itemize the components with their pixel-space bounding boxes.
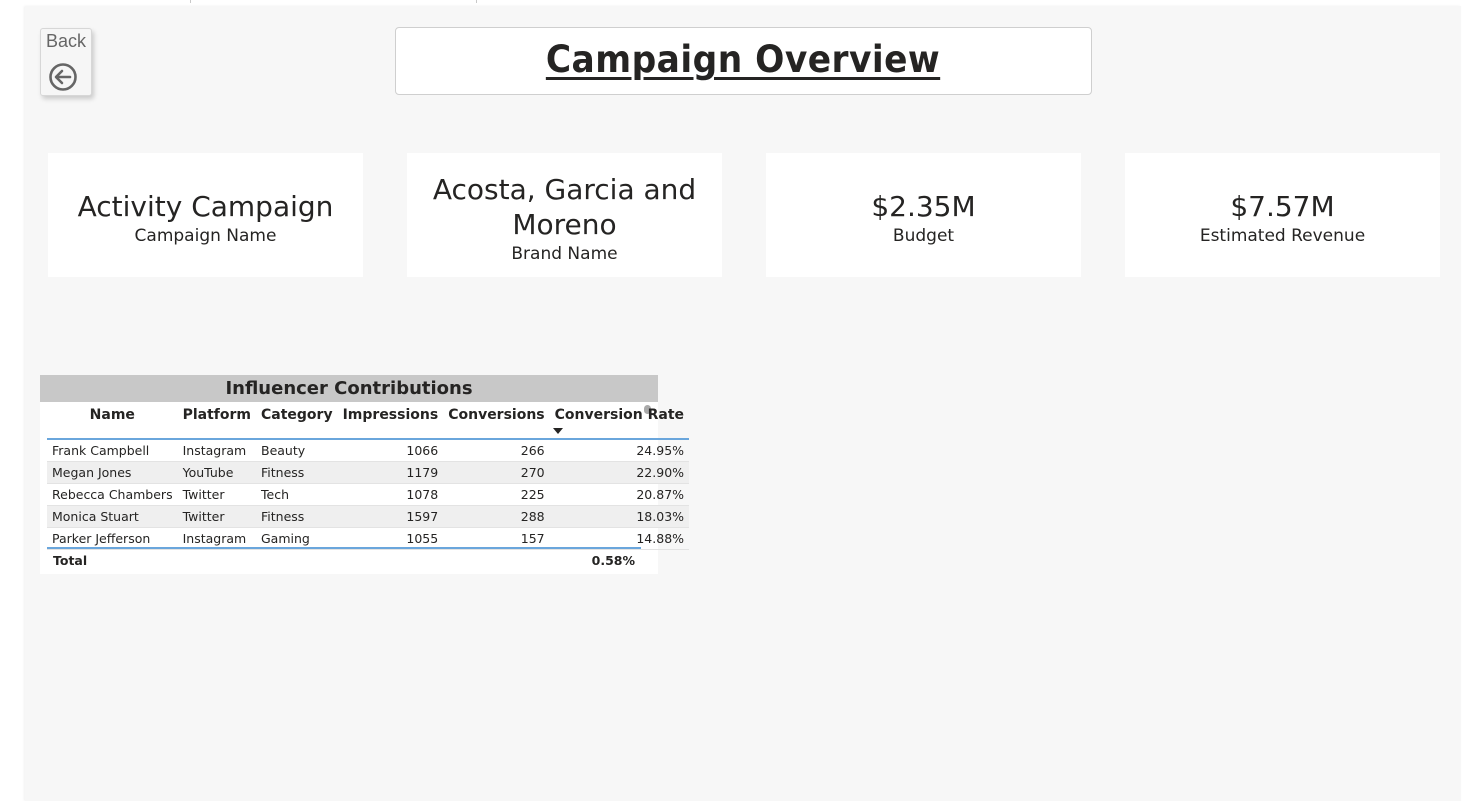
card-budget: $2.35M Budget bbox=[766, 153, 1081, 277]
cell-platform: Instagram bbox=[177, 439, 256, 462]
cell-impressions: 1179 bbox=[337, 461, 444, 484]
table-row: Frank Campbell Instagram Beauty 1066 266… bbox=[47, 439, 690, 462]
back-button-label: Back bbox=[45, 31, 87, 51]
cell-category: Beauty bbox=[256, 439, 338, 462]
column-header-conversion-rate[interactable]: Conversion Rate bbox=[549, 403, 690, 440]
total-value: 0.58% bbox=[591, 553, 635, 568]
page-title: Campaign Overview bbox=[546, 38, 941, 81]
cell-platform: YouTube bbox=[177, 461, 256, 484]
cell-category: Fitness bbox=[256, 461, 338, 484]
cell-impressions: 1597 bbox=[337, 505, 444, 528]
cell-conversion-rate: 20.87% bbox=[549, 483, 690, 506]
cell-platform: Twitter bbox=[177, 483, 256, 506]
page-title-box: Campaign Overview bbox=[395, 27, 1092, 95]
cell-impressions: 1066 bbox=[337, 439, 444, 462]
card-value: $7.57M bbox=[1230, 190, 1335, 223]
tab-divider bbox=[190, 0, 191, 3]
cell-conversion-rate: 18.03% bbox=[549, 505, 690, 528]
cell-conversions: 270 bbox=[443, 461, 550, 484]
cell-conversions: 225 bbox=[443, 483, 550, 506]
table-total-row: Total 0.58% bbox=[47, 547, 641, 573]
column-header-category[interactable]: Category bbox=[256, 403, 338, 440]
cell-conversion-rate: 22.90% bbox=[549, 461, 690, 484]
card-label: Estimated Revenue bbox=[1199, 226, 1366, 246]
cell-name: Rebecca Chambers bbox=[47, 483, 178, 506]
column-header-platform[interactable]: Platform bbox=[177, 403, 256, 440]
sort-descending-icon bbox=[552, 428, 563, 434]
table-row: Monica Stuart Twitter Fitness 1597 288 1… bbox=[47, 505, 690, 528]
card-value: Acosta, Garcia and Moreno bbox=[432, 173, 697, 241]
card-estimated-revenue: $7.57M Estimated Revenue bbox=[1125, 153, 1440, 277]
column-header-impressions[interactable]: Impressions bbox=[337, 403, 444, 440]
table-grid: Name Platform Category Impressions Conve… bbox=[47, 403, 690, 550]
card-brand-name: Acosta, Garcia and Moreno Brand Name bbox=[407, 153, 722, 277]
cell-impressions: 1078 bbox=[337, 483, 444, 506]
cell-platform: Twitter bbox=[177, 505, 256, 528]
card-value: $2.35M bbox=[871, 190, 976, 223]
cell-name: Monica Stuart bbox=[47, 505, 178, 528]
cell-conversions: 288 bbox=[443, 505, 550, 528]
cell-name: Frank Campbell bbox=[47, 439, 178, 462]
table-header-row: Name Platform Category Impressions Conve… bbox=[47, 403, 690, 440]
card-campaign-name: Activity Campaign Campaign Name bbox=[48, 153, 363, 277]
total-label: Total bbox=[53, 553, 88, 568]
cell-conversion-rate: 24.95% bbox=[549, 439, 690, 462]
cell-category: Fitness bbox=[256, 505, 338, 528]
back-button[interactable]: Back bbox=[40, 28, 92, 96]
cell-conversions: 266 bbox=[443, 439, 550, 462]
influencer-contributions-table[interactable]: Influencer Contributions Name Platform C… bbox=[40, 375, 690, 574]
card-value: Activity Campaign bbox=[77, 190, 334, 223]
table-row: Megan Jones YouTube Fitness 1179 270 22.… bbox=[47, 461, 690, 484]
column-header-label: Conversion Rate bbox=[554, 407, 685, 423]
table-row: Rebecca Chambers Twitter Tech 1078 225 2… bbox=[47, 483, 690, 506]
arrow-left-circle-icon bbox=[49, 63, 77, 91]
card-label: Budget bbox=[892, 226, 955, 246]
cell-name: Megan Jones bbox=[47, 461, 178, 484]
column-header-conversions[interactable]: Conversions bbox=[443, 403, 550, 440]
cell-category: Tech bbox=[256, 483, 338, 506]
column-header-name[interactable]: Name bbox=[47, 403, 178, 440]
card-label: Brand Name bbox=[511, 244, 618, 264]
table-title: Influencer Contributions bbox=[40, 375, 658, 402]
card-label: Campaign Name bbox=[134, 226, 277, 246]
tab-divider bbox=[476, 0, 477, 3]
